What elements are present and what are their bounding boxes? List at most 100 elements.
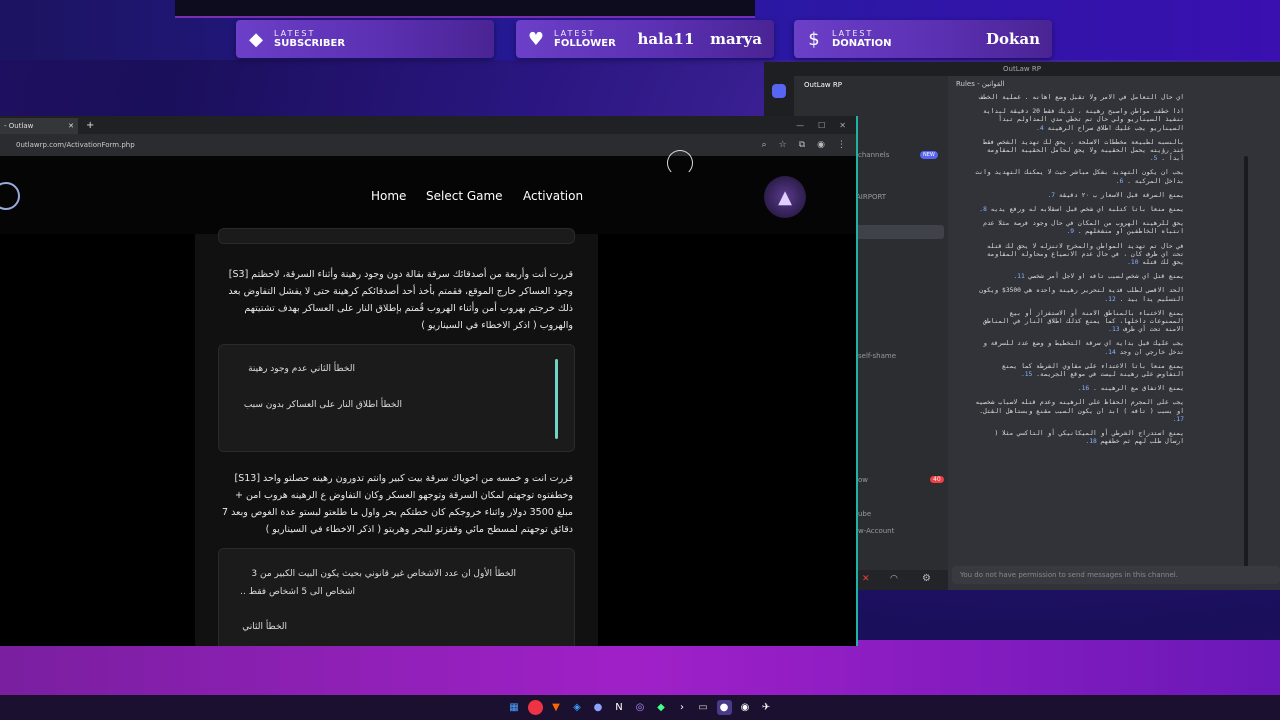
rule-text: يمنع قتل اي شخص لسبب تافه او لاجل أمر شخ… [1028, 273, 1184, 281]
extensions-icon[interactable]: ⧉ [799, 140, 805, 150]
alert-label: LATEST [554, 29, 596, 38]
diamond-icon: ◆ [249, 28, 263, 50]
rule-item: يمنع الاختباء بالمناطق الامنة أو الاستفز… [974, 310, 1184, 335]
alert-label: LATEST [274, 29, 316, 38]
minimize-icon[interactable]: — [796, 121, 804, 130]
new-badge: NEW [920, 151, 938, 159]
rule-number: 10. [1127, 259, 1139, 267]
answer-line: الخطأ الثاني عدم وجود رهينة [248, 364, 355, 374]
nav-activation[interactable]: Activation [523, 189, 583, 203]
vpn-icon[interactable]: ◆ [654, 700, 669, 715]
taskbar: ▦ ▼ ◈ ● N ◎ ◆ › ▭ ● ◉ ✈ [0, 695, 1280, 720]
rule-text: يجب عليك قبل بداية اي سرقة التخطيط و وضع… [983, 340, 1184, 356]
rule-number: 8. [979, 206, 987, 214]
rule-number: 9. [1066, 228, 1075, 236]
textarea-scrollbar[interactable] [555, 359, 558, 439]
rule-text: يجب على المجرم الحفاظ على الرهينه وعدم ق… [975, 399, 1184, 415]
answer-card-previous[interactable] [218, 228, 575, 244]
web-page: Home Select Game Activation ▲ قررت أنت و… [0, 156, 856, 646]
user-avatar[interactable]: ▲ [764, 176, 806, 218]
rule-number: 17. [1172, 415, 1184, 423]
discord-window-title: OutLaw RP [764, 62, 1280, 76]
channel-item[interactable]: ube [858, 510, 871, 518]
rule-text: يمنع الاختباء بالمناطق الامنة أو الاستفز… [983, 309, 1184, 334]
channel-item[interactable]: w-Account [858, 527, 894, 535]
address-bar[interactable]: 0utlawrp.com/ActivationForm.php ⌕ ☆ ⧉ ◉ … [0, 134, 856, 156]
discord-active-icon[interactable]: ● [716, 700, 732, 715]
app-icon[interactable]: ◎ [633, 700, 648, 715]
rule-item: يجب على المجرم الحفاظ على الرهينه وعدم ق… [974, 399, 1184, 424]
search-icon[interactable]: ⌕ [762, 140, 767, 150]
windows-start-icon[interactable]: ▦ [507, 700, 522, 715]
rule-item: يمنع منعا باتا الاعتداء على مقاوي الشرطة… [974, 363, 1184, 379]
close-window-icon[interactable]: ✕ [839, 121, 846, 130]
rules-list: اي حال التعامل في الامر ولا تقبل وضع اها… [974, 94, 1184, 453]
rule-item: اي حال التعامل في الامر ولا تقبل وضع اها… [974, 94, 1184, 102]
selected-channel[interactable] [854, 225, 944, 239]
answer-line: الخطأ الأول ان عدد الاشخاص غير قانوني بح… [251, 569, 516, 579]
question-s3: قررت أنت وأربعة من أصدقائك سرقة بقالة دو… [228, 269, 573, 331]
server-name[interactable]: OutLaw RP [794, 76, 948, 94]
alert-type: SUBSCRIBER [274, 38, 346, 49]
channel-item[interactable]: self-shame [858, 352, 896, 360]
vscode-icon[interactable]: ◈ [570, 700, 585, 715]
nav-home[interactable]: Home [371, 189, 406, 203]
profile-icon[interactable]: ◉ [817, 140, 825, 150]
answer-line: الخطأ الثاني [242, 622, 287, 632]
answer-textarea-s3[interactable] [218, 344, 575, 452]
terminal-icon[interactable]: › [675, 700, 690, 715]
obs-icon[interactable]: ◉ [738, 700, 753, 715]
channel-item[interactable]: AIRPORT [856, 193, 886, 201]
rule-text: اذا خطفت مواطن واصبح رهينة ، لديك فقط 20… [983, 108, 1184, 132]
rule-item: يمنع استدراج الشرطي أو الميكانيكي أو الت… [974, 430, 1184, 446]
rule-number: 13. [1108, 326, 1120, 334]
dollar-icon: $ [808, 28, 820, 50]
discord-home-icon[interactable] [772, 84, 786, 98]
rule-item: في حال تم تهديد المواطن والمخرج لاتنزله … [974, 243, 1184, 268]
site-logo[interactable] [0, 182, 20, 210]
rule-text: يمنع منعا باتا كتلبة اي شخص قبل اسقلابه … [990, 206, 1184, 214]
message-pane: Rules - القوانين اي حال التعامل في الامر… [948, 76, 1280, 590]
rule-text: في حال تم تهديد المواطن والمخرج لاتنزله … [986, 242, 1184, 267]
notion-icon[interactable]: N [612, 700, 627, 715]
url-text[interactable]: 0utlawrp.com/ActivationForm.php [16, 141, 135, 149]
chrome-icon[interactable] [527, 700, 543, 715]
brave-icon[interactable]: ▼ [549, 700, 564, 715]
channel-header: Rules - القوانين [956, 80, 1005, 88]
menu-icon[interactable]: ⋮ [837, 140, 846, 150]
latest-donation-alert: $ LATEST DONATION Dokan [794, 20, 1052, 58]
rule-item: الحد الاقصى لطلب فدية لتحرير رهينة واحده… [974, 287, 1184, 303]
question-s13: قررت انت و خمسه من اخوياك سرقة بيت كبير … [222, 473, 573, 535]
rule-item: يجب عليك قبل بداية اي سرقة التخطيط و وضع… [974, 340, 1184, 356]
discord-icon[interactable]: ● [591, 700, 606, 715]
steam-icon[interactable]: ✈ [759, 700, 774, 715]
rule-text: يمنع الاتفاق مع الرهينه . [1093, 385, 1184, 393]
alert-value: hala11 marya [637, 30, 762, 48]
rule-item: بالنسبه لطبيعة مخططات الاسلحة ، يحق لك ت… [974, 139, 1184, 164]
rule-item: يمنع السرقة قبل الاسعار ب ٢٠ دقيقة 7. [974, 192, 1184, 200]
apps-icon[interactable]: ▭ [696, 700, 711, 715]
rule-item: يجب ان يكون التهديد بشكل مباشر حيث لا يم… [974, 169, 1184, 185]
latest-subscriber-alert: ◆ LATEST SUBSCRIBER [236, 20, 494, 58]
rule-text: يجب ان يكون التهديد بشكل مباشر حيث لا يم… [975, 169, 1184, 185]
close-tab-icon[interactable]: ✕ [68, 122, 74, 130]
alert-value: Dokan [985, 30, 1040, 48]
maximize-icon[interactable]: ☐ [818, 121, 825, 130]
headphones-icon[interactable]: ◠ [890, 574, 898, 584]
mic-muted-icon[interactable]: ✕ [862, 574, 870, 584]
settings-gear-icon[interactable]: ⚙ [922, 573, 931, 584]
rule-item: يمنع قتل اي شخص لسبب تافه او لاجل أمر شخ… [974, 273, 1184, 281]
browser-tab[interactable]: - Outlaw ✕ [0, 118, 78, 134]
rule-item: يمنع الاتفاق مع الرهينه . 16. [974, 385, 1184, 393]
new-tab-icon[interactable]: + [86, 120, 94, 131]
browser-window: - Outlaw ✕ + — ☐ ✕ 0utlawrp.com/Activati… [0, 116, 858, 646]
rule-text: يمنع السرقة قبل الاسعار ب ٢٠ دقيقة [1058, 191, 1184, 199]
star-icon[interactable]: ☆ [779, 140, 787, 150]
rule-number: 18. [1085, 438, 1097, 446]
channel-item[interactable]: ow [858, 476, 868, 484]
rules-scrollbar[interactable] [1244, 156, 1248, 576]
alert-type: DONATION [832, 38, 892, 49]
loading-cursor [667, 150, 693, 176]
nav-select-game[interactable]: Select Game [426, 189, 503, 203]
channel-item[interactable]: channels [858, 151, 889, 159]
